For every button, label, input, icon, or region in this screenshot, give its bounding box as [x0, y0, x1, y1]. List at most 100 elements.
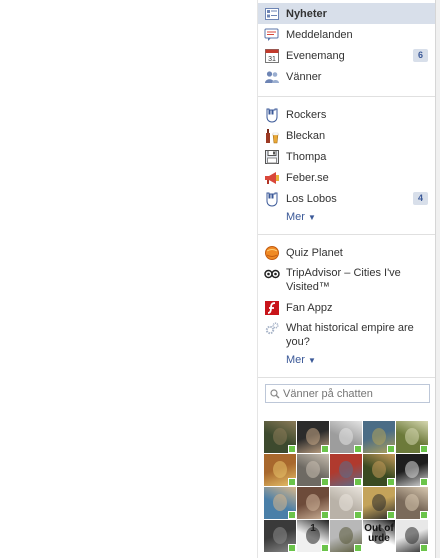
- sidebar-item-friends[interactable]: Vänner: [258, 66, 436, 87]
- sidebar-item-events[interactable]: 31 Evenemang 6: [258, 45, 436, 66]
- apps-section: Quiz Planet TripAdvisor – Cities I've Vi…: [258, 239, 436, 371]
- avatar-photo: [372, 461, 386, 478]
- avatar-photo: [372, 428, 386, 445]
- sidebar-item-label: Quiz Planet: [286, 246, 343, 259]
- online-status-dot: [288, 445, 296, 453]
- floppy-disk-icon: [264, 149, 280, 165]
- chat-search-input[interactable]: [280, 387, 423, 400]
- online-status-dot: [321, 511, 329, 519]
- friend-avatar[interactable]: [396, 421, 428, 453]
- rock-hand-icon: [264, 107, 280, 123]
- sidebar-item-label: Fan Appz: [286, 301, 333, 314]
- online-status-dot: [387, 478, 395, 486]
- more-label: Mer: [286, 354, 305, 366]
- search-icon: [270, 388, 280, 399]
- friend-avatar[interactable]: [330, 421, 362, 453]
- online-status-dot: [321, 478, 329, 486]
- gears-icon: [264, 321, 280, 337]
- friend-avatar[interactable]: [396, 454, 428, 486]
- divider: [258, 96, 436, 97]
- avatar-photo: [273, 428, 287, 445]
- sidebar-item-label: Nyheter: [286, 7, 327, 20]
- sidebar-item-feber[interactable]: Feber.se: [258, 167, 436, 188]
- sidebar-item-label: Vänner: [286, 70, 322, 83]
- online-friends-grid: 1 Out of urde: [264, 421, 432, 552]
- groups-more-link[interactable]: Mer ▼: [258, 209, 436, 225]
- friend-avatar[interactable]: [330, 520, 362, 552]
- online-status-dot: [321, 544, 329, 552]
- online-status-dot: [354, 511, 362, 519]
- apps-more-link[interactable]: Mer ▼: [258, 352, 436, 368]
- sidebar-item-label: Bleckan: [286, 129, 326, 142]
- online-status-dot: [288, 544, 296, 552]
- sidebar-item-thompa[interactable]: Thompa: [258, 146, 436, 167]
- sidebar-item-historical-empire[interactable]: What historical empire are you?: [258, 318, 436, 352]
- megaphone-icon: [264, 170, 280, 186]
- sidebar-item-label: Feber.se: [286, 171, 329, 184]
- sidebar-item-news-feed[interactable]: Nyheter: [258, 3, 436, 24]
- avatar-photo: [405, 494, 419, 511]
- planet-icon: [264, 245, 280, 261]
- flash-icon: [264, 300, 280, 316]
- sidebar-item-tripadvisor[interactable]: TripAdvisor – Cities I've Visited™: [258, 263, 436, 297]
- friend-avatar[interactable]: [363, 421, 395, 453]
- sidebar-item-bleckan[interactable]: Bleckan: [258, 125, 436, 146]
- friend-avatar[interactable]: [330, 487, 362, 519]
- los-lobos-count-badge: 4: [412, 192, 428, 205]
- avatar-text: Out of urde: [364, 523, 394, 544]
- friend-avatar[interactable]: 1: [297, 520, 329, 552]
- avatar-photo: [306, 428, 320, 445]
- online-status-dot: [354, 445, 362, 453]
- calendar-icon: 31: [264, 48, 280, 64]
- friend-avatar[interactable]: [264, 454, 296, 486]
- owl-eyes-icon: [264, 266, 280, 282]
- groups-section: Rockers Bleckan Thompa Feber.se Los Lobo…: [258, 101, 436, 228]
- rock-hand-icon: [264, 191, 280, 207]
- more-label: Mer: [286, 211, 305, 223]
- friend-avatar[interactable]: [264, 421, 296, 453]
- friend-avatar[interactable]: [297, 421, 329, 453]
- friend-avatar[interactable]: [330, 454, 362, 486]
- avatar-photo: [372, 494, 386, 511]
- beer-bottle-icon: [264, 128, 280, 144]
- sidebar-item-quiz-planet[interactable]: Quiz Planet: [258, 242, 436, 263]
- avatar-photo: [273, 461, 287, 478]
- avatar-photo: [405, 428, 419, 445]
- avatar-photo: [306, 494, 320, 511]
- friend-avatar[interactable]: [264, 520, 296, 552]
- scrollbar[interactable]: [435, 0, 440, 558]
- avatar-photo: [339, 527, 353, 544]
- friend-avatar[interactable]: [396, 520, 428, 552]
- chat-search-box[interactable]: [265, 384, 430, 403]
- friend-avatar[interactable]: [363, 454, 395, 486]
- sidebar-item-label: Evenemang: [286, 49, 345, 62]
- avatar-photo: [273, 527, 287, 544]
- sidebar-item-label: Meddelanden: [286, 28, 353, 41]
- chevron-down-icon: ▼: [308, 356, 316, 365]
- online-status-dot: [288, 478, 296, 486]
- sidebar-item-rockers[interactable]: Rockers: [258, 104, 436, 125]
- friend-avatar[interactable]: [363, 487, 395, 519]
- online-status-dot: [420, 445, 428, 453]
- sidebar-item-messages[interactable]: Meddelanden: [258, 24, 436, 45]
- online-status-dot: [420, 544, 428, 552]
- divider: [258, 377, 436, 378]
- avatar-photo: [306, 461, 320, 478]
- online-status-dot: [387, 511, 395, 519]
- friend-avatar[interactable]: Out of urde: [363, 520, 395, 552]
- events-count-badge: 6: [412, 49, 428, 62]
- avatar-photo: [339, 494, 353, 511]
- sidebar-item-los-lobos[interactable]: Los Lobos 4: [258, 188, 436, 209]
- avatar-photo: [405, 527, 419, 544]
- sidebar-item-label: Los Lobos: [286, 192, 337, 205]
- online-status-dot: [354, 544, 362, 552]
- news-feed-icon: [264, 6, 280, 22]
- friend-avatar[interactable]: [264, 487, 296, 519]
- online-status-dot: [354, 478, 362, 486]
- divider: [258, 234, 436, 235]
- friend-avatar[interactable]: [297, 454, 329, 486]
- friend-avatar[interactable]: [297, 487, 329, 519]
- nav-section: Nyheter Meddelanden 31 Evenemang 6 Vänne…: [258, 0, 436, 90]
- sidebar-item-fan-appz[interactable]: Fan Appz: [258, 297, 436, 318]
- friend-avatar[interactable]: [396, 487, 428, 519]
